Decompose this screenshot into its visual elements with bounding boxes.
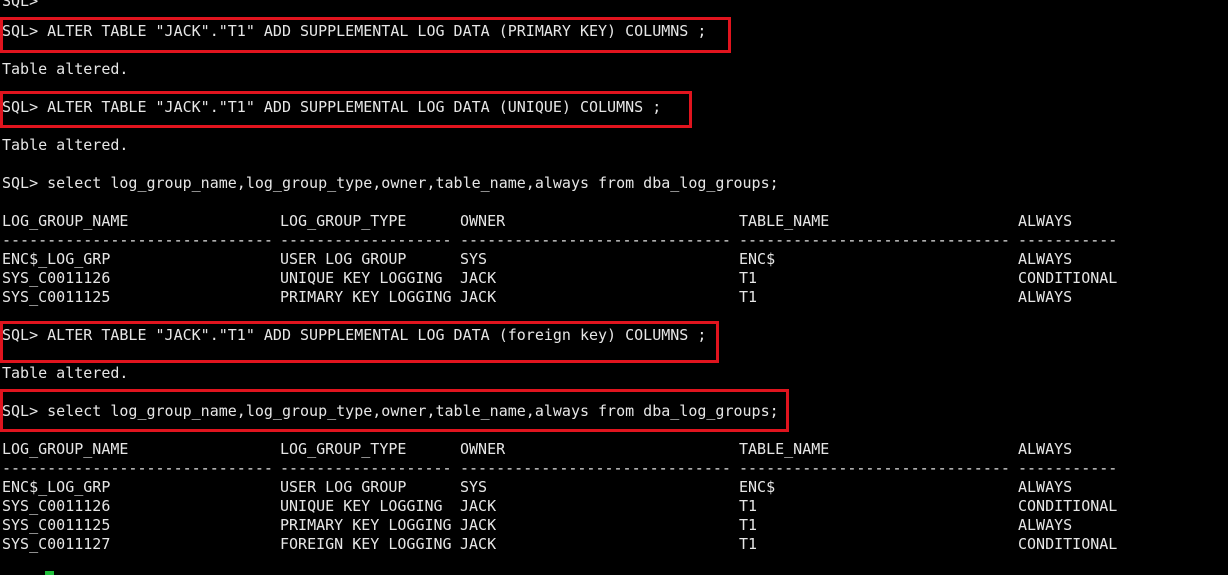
cell-log-group-type: FOREIGN KEY LOGGING	[280, 535, 452, 553]
header-owner: OWNER	[460, 212, 506, 230]
cell-log-group-name: ENC$_LOG_GRP	[2, 478, 111, 496]
command-line-unique: SQL> ALTER TABLE "JACK"."T1" ADD SUPPLEM…	[2, 98, 662, 116]
cell-owner: JACK	[460, 516, 497, 534]
cell-log-group-type: PRIMARY KEY LOGGING	[280, 288, 452, 306]
command-line-foreign-key: SQL> ALTER TABLE "JACK"."T1" ADD SUPPLEM…	[2, 326, 707, 344]
cell-always: ALWAYS	[1018, 288, 1073, 306]
table-row: SYS_C0011126 UNIQUE KEY LOGGING JACK T1 …	[0, 497, 1228, 516]
cell-always: ALWAYS	[1018, 516, 1073, 534]
cell-always: CONDITIONAL	[1018, 535, 1118, 553]
prompt-line-top: SQL>	[2, 0, 39, 10]
table-row: SYS_C0011126 UNIQUE KEY LOGGING JACK T1 …	[0, 269, 1228, 288]
cell-always: CONDITIONAL	[1018, 497, 1118, 515]
separator: -----------	[1018, 459, 1118, 477]
cell-table-name: T1	[739, 535, 758, 553]
separator: -------------------	[280, 231, 452, 249]
separator: ------------------------------	[460, 459, 731, 477]
result2-header-row: LOG_GROUP_NAME LOG_GROUP_TYPE OWNER TABL…	[0, 440, 1228, 459]
cell-log-group-type: UNIQUE KEY LOGGING	[280, 269, 443, 287]
result1-header-row: LOG_GROUP_NAME LOG_GROUP_TYPE OWNER TABL…	[0, 212, 1228, 231]
cell-table-name: ENC$	[739, 478, 776, 496]
cell-log-group-name: SYS_C0011126	[2, 497, 111, 515]
cell-log-group-type: USER LOG GROUP	[280, 478, 407, 496]
cell-log-group-type: USER LOG GROUP	[280, 250, 407, 268]
terminal-cursor	[45, 571, 54, 575]
cell-table-name: T1	[739, 269, 758, 287]
header-log-group-name: LOG_GROUP_NAME	[2, 212, 129, 230]
cell-owner: SYS	[460, 478, 488, 496]
header-owner: OWNER	[460, 440, 506, 458]
header-log-group-type: LOG_GROUP_TYPE	[280, 212, 407, 230]
cell-log-group-name: SYS_C0011126	[2, 269, 111, 287]
header-always: ALWAYS	[1018, 212, 1073, 230]
separator: ------------------------------	[739, 459, 1010, 477]
cell-log-group-name: SYS_C0011125	[2, 288, 111, 306]
status-message-1: Table altered.	[2, 60, 129, 78]
header-table-name: TABLE_NAME	[739, 440, 830, 458]
cell-owner: JACK	[460, 288, 497, 306]
separator: ------------------------------	[2, 459, 273, 477]
status-message-3: Table altered.	[2, 364, 129, 382]
separator: -----------	[1018, 231, 1118, 249]
separator: ------------------------------	[2, 231, 273, 249]
cell-table-name: T1	[739, 516, 758, 534]
cell-owner: JACK	[460, 269, 497, 287]
cell-owner: SYS	[460, 250, 488, 268]
cell-log-group-type: PRIMARY KEY LOGGING	[280, 516, 452, 534]
cell-log-group-name: SYS_C0011127	[2, 535, 111, 553]
table-row: SYS_C0011125 PRIMARY KEY LOGGING JACK T1…	[0, 516, 1228, 535]
table-row: SYS_C0011125 PRIMARY KEY LOGGING JACK T1…	[0, 288, 1228, 307]
cell-owner: JACK	[460, 497, 497, 515]
query-line-2: SQL> select log_group_name,log_group_typ…	[2, 402, 779, 420]
cell-always: CONDITIONAL	[1018, 269, 1118, 287]
cell-always: ALWAYS	[1018, 478, 1073, 496]
cell-log-group-name: SYS_C0011125	[2, 516, 111, 534]
cell-log-group-type: UNIQUE KEY LOGGING	[280, 497, 443, 515]
cell-table-name: T1	[739, 497, 758, 515]
table-row: SYS_C0011127 FOREIGN KEY LOGGING JACK T1…	[0, 535, 1228, 554]
header-log-group-name: LOG_GROUP_NAME	[2, 440, 129, 458]
separator: ------------------------------	[460, 231, 731, 249]
result2-separator-row: ------------------------------ ---------…	[0, 459, 1228, 478]
command-line-primary-key: SQL> ALTER TABLE "JACK"."T1" ADD SUPPLEM…	[2, 22, 707, 40]
status-message-2: Table altered.	[2, 136, 129, 154]
cell-always: ALWAYS	[1018, 250, 1073, 268]
cell-log-group-name: ENC$_LOG_GRP	[2, 250, 111, 268]
cell-table-name: T1	[739, 288, 758, 306]
table-row: ENC$_LOG_GRP USER LOG GROUP SYS ENC$ ALW…	[0, 250, 1228, 269]
table-row: ENC$_LOG_GRP USER LOG GROUP SYS ENC$ ALW…	[0, 478, 1228, 497]
cell-table-name: ENC$	[739, 250, 776, 268]
cell-owner: JACK	[460, 535, 497, 553]
terminal-window[interactable]: SQL> SQL> ALTER TABLE "JACK"."T1" ADD SU…	[0, 0, 1228, 575]
header-always: ALWAYS	[1018, 440, 1073, 458]
separator: -------------------	[280, 459, 452, 477]
separator: ------------------------------	[739, 231, 1010, 249]
result1-separator-row: ------------------------------ ---------…	[0, 231, 1228, 250]
header-table-name: TABLE_NAME	[739, 212, 830, 230]
header-log-group-type: LOG_GROUP_TYPE	[280, 440, 407, 458]
query-line-1: SQL> select log_group_name,log_group_typ…	[2, 174, 779, 192]
